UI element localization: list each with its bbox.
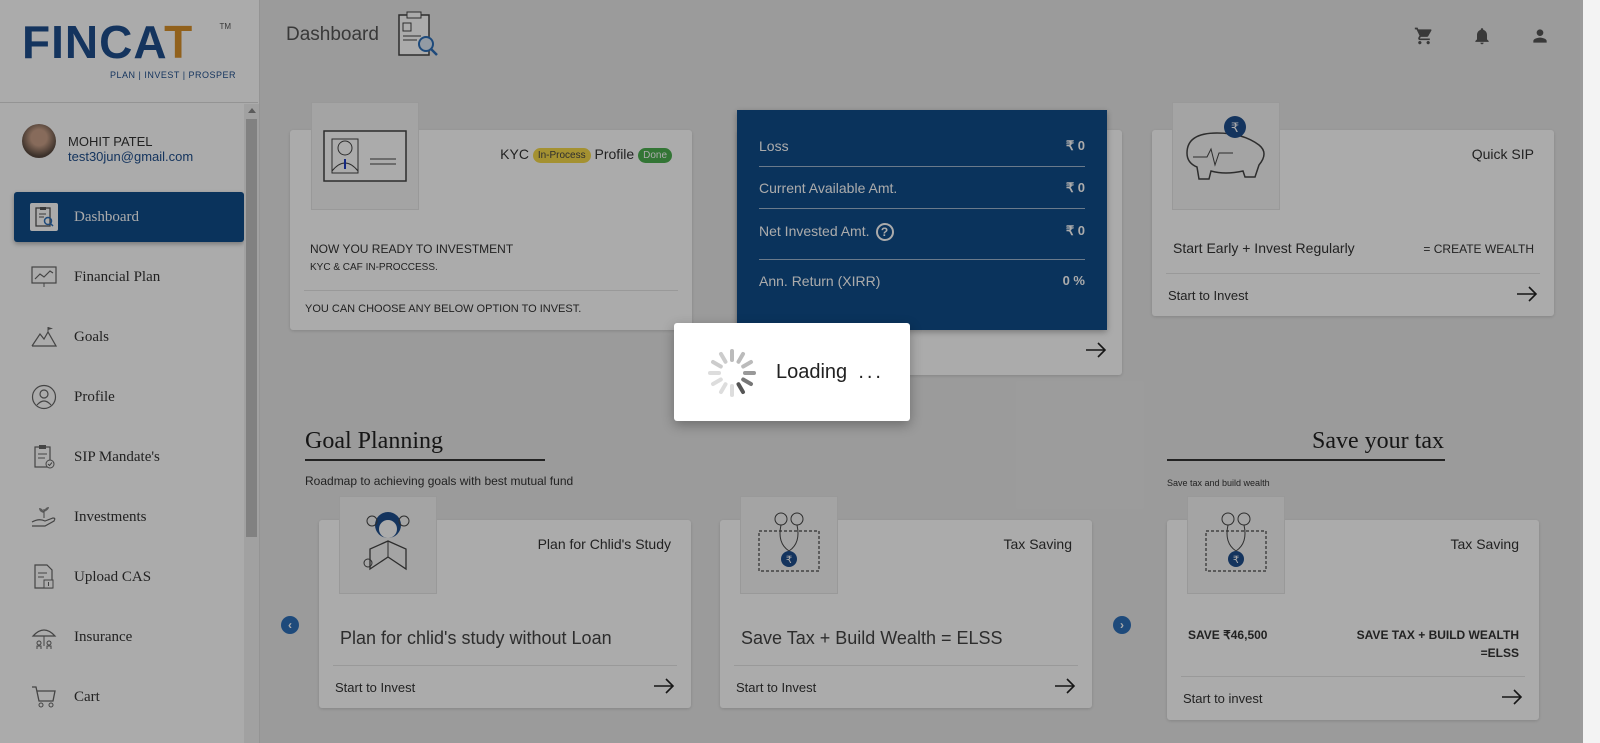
loading-dialog: Loading ... — [674, 323, 910, 421]
spinner-icon — [708, 349, 756, 397]
loading-text: Loading ... — [776, 361, 884, 383]
page-scrollbar[interactable] — [1583, 0, 1600, 743]
